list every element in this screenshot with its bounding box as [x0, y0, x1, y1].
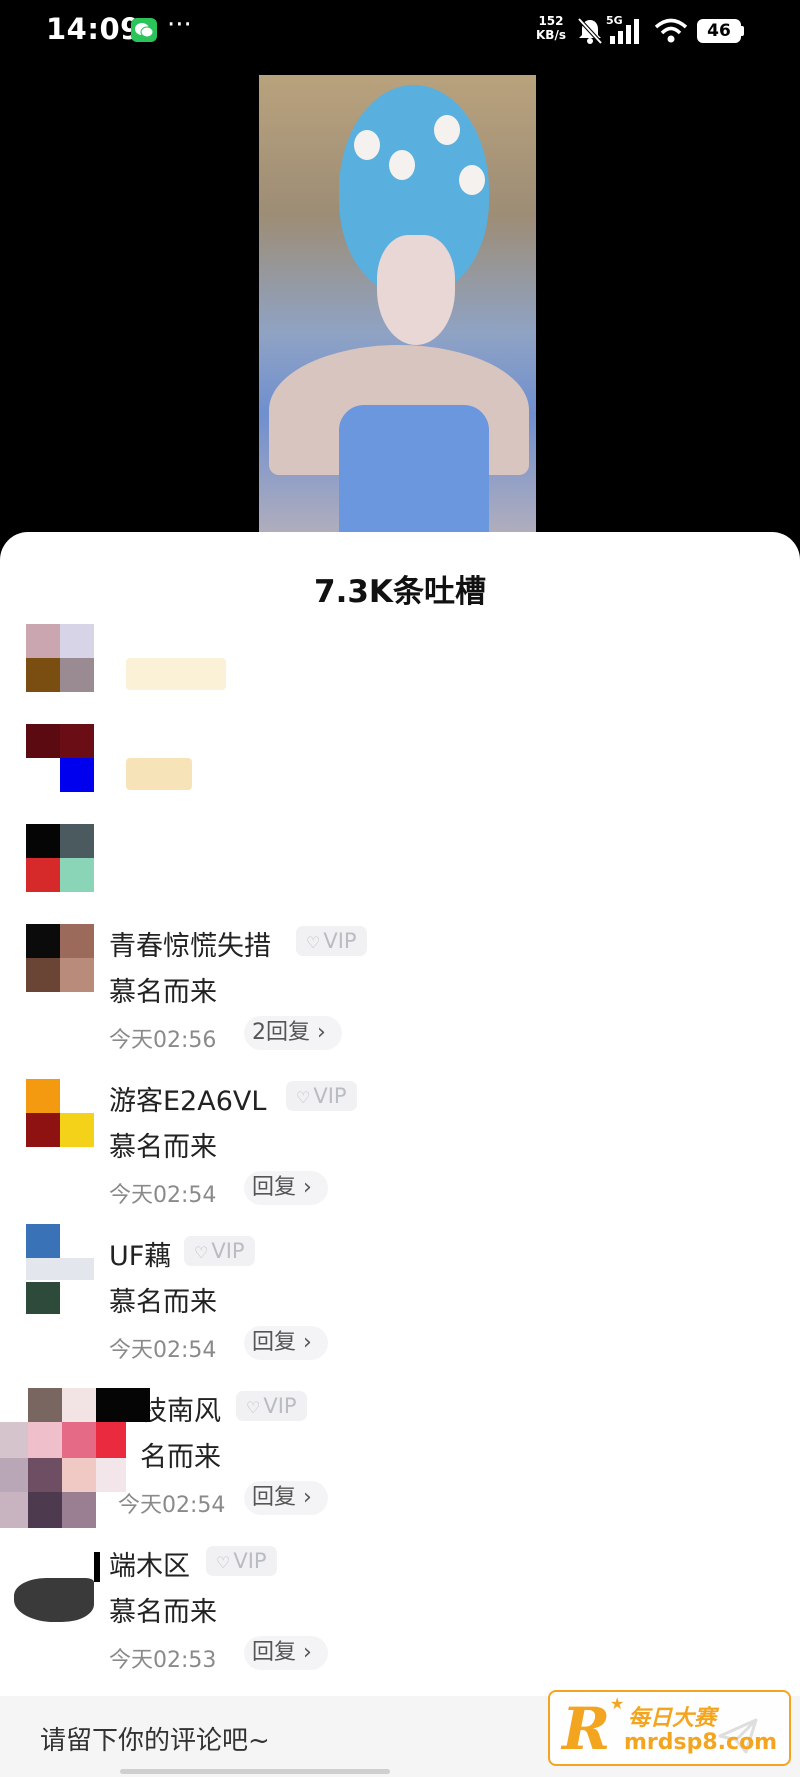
vip-badge: ♡ VIP [184, 1236, 255, 1266]
net-speed: 152 KB/s [536, 14, 566, 42]
video-thumbnail[interactable] [259, 75, 536, 545]
reply-button[interactable]: 回复 › [244, 1636, 328, 1670]
blurred-text [126, 758, 192, 790]
bell-off-icon [577, 17, 603, 49]
reply-button[interactable]: 回复 › [244, 1326, 328, 1360]
heart-icon: ♡ [216, 1553, 231, 1572]
comment-text: 慕名而来 [109, 1132, 217, 1163]
avatar[interactable] [26, 1079, 94, 1147]
wifi-icon [654, 18, 688, 48]
vip-badge: ♡ VIP [286, 1081, 357, 1111]
comment-time: 今天02:56 [109, 1028, 217, 1053]
status-bar: 14:09 ··· 152 KB/s 5G 46 [0, 0, 800, 62]
heart-icon: ♡ [246, 1398, 261, 1417]
avatar[interactable] [26, 1224, 94, 1314]
avatar[interactable] [0, 1388, 150, 1528]
vip-badge: ♡ VIP [296, 926, 367, 956]
comment-username[interactable]: 枝南风 [140, 1389, 221, 1428]
avatar[interactable] [14, 1552, 100, 1624]
comment-username[interactable]: 游客E2A6VL [109, 1079, 266, 1118]
home-indicator [120, 1769, 390, 1774]
thumb-shape [339, 405, 489, 545]
thumb-shape [434, 115, 460, 145]
sheet-title: 7.3K条吐槽 [314, 574, 486, 610]
comment-text: 慕名而来 [109, 1597, 217, 1628]
more-dots-icon: ··· [167, 10, 192, 40]
reply-button[interactable]: 回复 › [244, 1481, 328, 1515]
watermark-url: mrdsp8.com [624, 1730, 778, 1755]
battery-cap [741, 26, 744, 36]
comment-input[interactable]: 请留下你的评论吧~ [40, 1720, 270, 1757]
thumb-shape [389, 150, 415, 180]
thumb-shape [459, 165, 485, 195]
status-time: 14:09 [46, 12, 141, 46]
comment-time: 今天02:53 [109, 1648, 217, 1673]
watermark-r-logo: R [562, 1695, 611, 1763]
star-icon: ★ [610, 1694, 625, 1713]
avatar[interactable] [26, 724, 94, 792]
heart-icon: ♡ [296, 1088, 311, 1107]
thumb-shape [354, 130, 380, 160]
heart-icon: ♡ [306, 933, 321, 952]
watermark-logo: R ★ 每日大赛 mrdsp8.com [548, 1690, 791, 1766]
comment-username[interactable]: 端木区 [109, 1544, 190, 1583]
comment-time: 今天02:54 [109, 1183, 217, 1208]
blurred-text [126, 658, 226, 690]
comment-sheet: 7.3K条吐槽 青春惊慌失措 ♡ VIP 慕名而来 今天02:56 2回复 › 游… [0, 532, 800, 1777]
vip-badge: ♡ VIP [206, 1546, 277, 1576]
reply-button[interactable]: 回复 › [244, 1171, 328, 1205]
reply-button[interactable]: 2回复 › [244, 1016, 342, 1050]
comment-time: 今天02:54 [109, 1338, 217, 1363]
watermark-title: 每日大赛 [628, 1706, 717, 1731]
avatar[interactable] [26, 624, 94, 692]
comment-text: 慕名而来 [109, 977, 217, 1008]
comment-text: 名而来 [140, 1442, 221, 1473]
battery-icon: 46 [697, 19, 741, 43]
heart-icon: ♡ [194, 1243, 209, 1262]
comment-username[interactable]: 青春惊慌失措 [109, 924, 271, 963]
avatar[interactable] [26, 924, 94, 992]
comment-text: 慕名而来 [109, 1287, 217, 1318]
vip-badge: ♡ VIP [236, 1391, 307, 1421]
wechat-icon [131, 18, 157, 42]
comment-username[interactable]: UF藕 [109, 1234, 171, 1273]
signal-icon: 5G [606, 14, 648, 50]
thumb-shape [377, 235, 455, 345]
network-label: 5G [606, 14, 623, 27]
avatar[interactable] [26, 824, 94, 892]
